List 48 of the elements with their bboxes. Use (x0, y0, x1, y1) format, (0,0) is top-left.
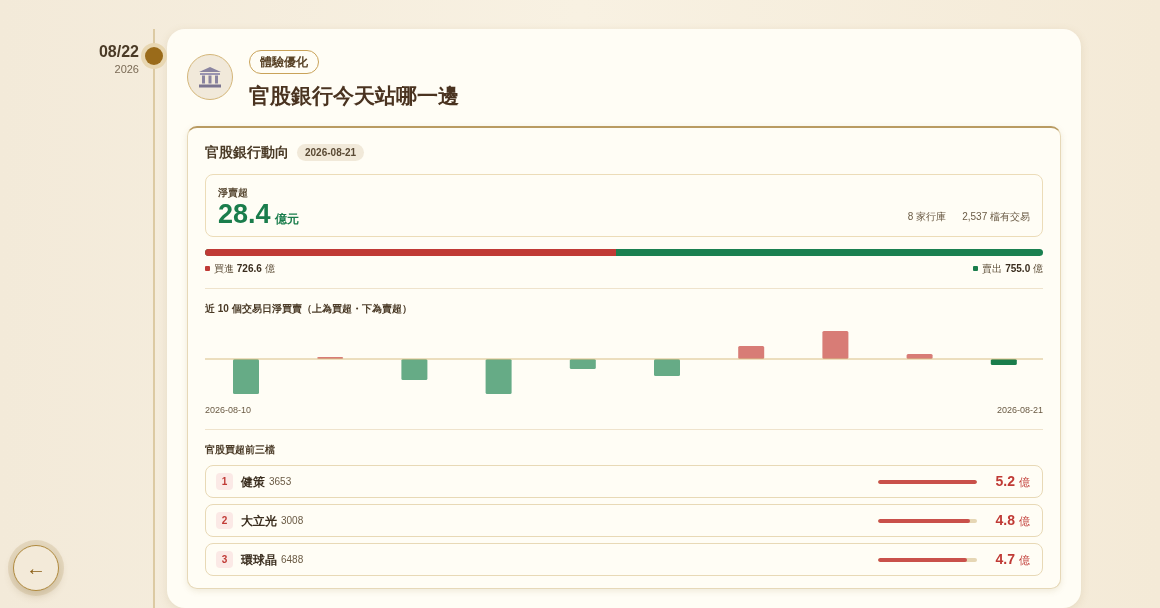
net-unit: 億元 (274, 210, 299, 228)
chart-title: 近 10 個交易日淨買賣（上為買超・下為賣超） (205, 301, 413, 316)
rank-badge: 3 (216, 551, 233, 569)
buy-marker (205, 265, 210, 271)
stock-name: 健策 (241, 473, 265, 491)
rank-badge: 1 (216, 473, 233, 491)
timeline-year: 2026 (113, 61, 139, 77)
stock-code: 6488 (281, 553, 305, 568)
amount-unit: 億 (1019, 552, 1030, 568)
stock-name: 大立光 (241, 512, 277, 530)
stock-row[interactable]: 1 健策 3653 5.2 億 (205, 465, 1043, 499)
chart-bar (738, 345, 765, 359)
stock-row[interactable]: 3 環球晶 6488 4.7 億 (205, 543, 1043, 577)
timeline-date: 08/22 (97, 43, 139, 61)
chart-bar (233, 358, 259, 394)
net-label: 淨賣超 (218, 185, 249, 200)
chart-bar (990, 358, 1017, 365)
stock-amount: 4.7 (994, 550, 1015, 570)
chart-bar (485, 358, 512, 394)
chart-bar (569, 358, 596, 369)
chart-start-date: 2026-08-10 (205, 403, 252, 417)
amount-unit: 億 (1019, 474, 1030, 490)
chart-bar (401, 358, 428, 380)
rank-badge: 2 (216, 512, 233, 530)
date-badge: 2026-08-21 (297, 143, 365, 161)
stock-amount: 5.2 (994, 472, 1015, 492)
chart-bar (317, 356, 344, 359)
stock-code: 3008 (281, 514, 305, 529)
stock-count: 2,537 檔有交易 (962, 209, 1030, 224)
chart-bar (822, 330, 849, 359)
panel-title: 官股銀行動向 (205, 142, 289, 162)
stock-name: 環球晶 (241, 551, 277, 569)
back-button[interactable]: ← (13, 545, 59, 591)
stock-row[interactable]: 2 大立光 3008 4.8 億 (205, 504, 1043, 538)
entry-title: 官股銀行今天站哪一邊 (249, 83, 459, 109)
stock-code: 3653 (269, 475, 293, 490)
sell-total: 賣出 755.0 億 (982, 261, 1043, 276)
timeline-dot (145, 47, 163, 65)
chart-bar (906, 353, 933, 359)
sell-marker (973, 265, 979, 271)
amount-unit: 億 (1019, 513, 1030, 529)
stock-amount: 4.8 (994, 511, 1015, 531)
bank-icon (187, 54, 233, 100)
buy-total: 買進 726.6 億 (214, 261, 275, 276)
chart-end-date: 2026-08-21 (996, 403, 1043, 417)
broker-count: 8 家行庫 (907, 209, 947, 224)
net-value: 28.4 (218, 199, 271, 228)
top-list-title: 官股買超前三檔 (205, 443, 276, 458)
